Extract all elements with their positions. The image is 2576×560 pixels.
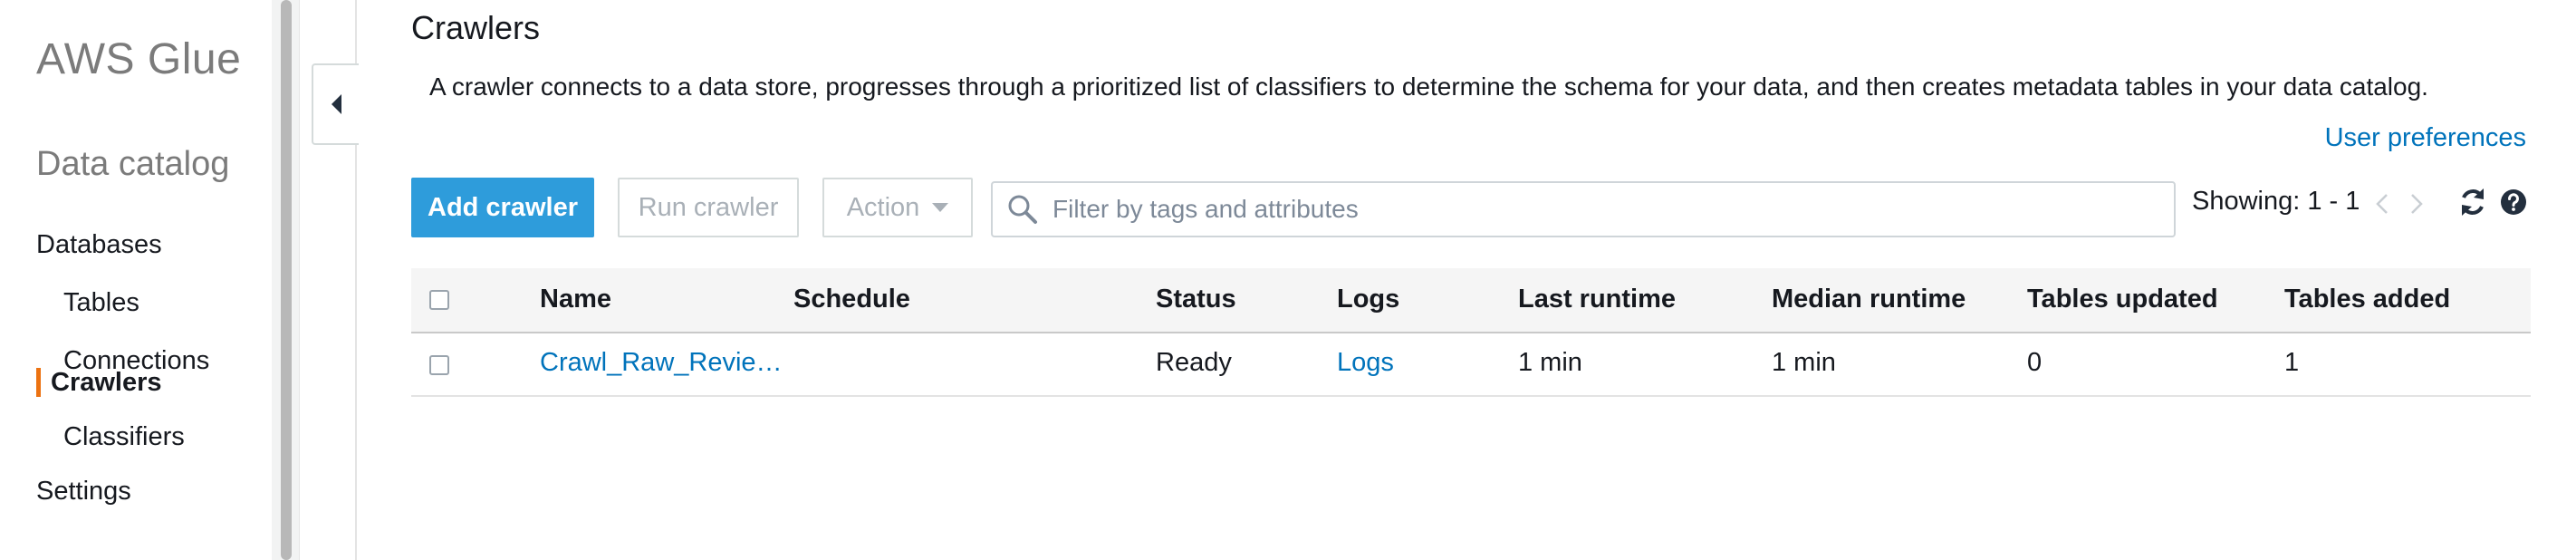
crawler-name-link[interactable]: Crawl_Raw_Revie… — [540, 348, 783, 378]
row-select-checkbox[interactable] — [429, 355, 449, 375]
column-header-status[interactable]: Status — [1156, 285, 1236, 314]
run-crawler-button[interactable]: Run crawler — [618, 178, 799, 237]
sidebar-item-classifiers[interactable]: Classifiers — [63, 422, 185, 452]
filter-search-box[interactable] — [991, 181, 2176, 237]
select-all-checkbox[interactable] — [429, 290, 449, 310]
pagination-summary: Showing: 1 - 1 — [2192, 187, 2360, 216]
column-header-logs[interactable]: Logs — [1337, 285, 1399, 314]
sidebar-item-crawlers[interactable]: Crawlers — [51, 368, 162, 398]
cell-last-runtime: 1 min — [1518, 348, 1582, 377]
cell-tables-added: 1 — [2284, 348, 2300, 377]
active-indicator — [36, 368, 41, 397]
chevron-left-icon[interactable] — [2373, 192, 2391, 216]
column-header-median-runtime[interactable]: Median runtime — [1772, 285, 1966, 314]
action-dropdown-label: Action — [846, 192, 920, 222]
cell-status: Ready — [1156, 348, 1232, 377]
help-icon[interactable] — [2500, 188, 2527, 216]
brand-title[interactable]: AWS Glue — [36, 34, 241, 84]
caret-down-icon — [932, 203, 949, 212]
page-title: Crawlers — [411, 9, 541, 46]
cell-median-runtime: 1 min — [1772, 348, 1836, 377]
user-preferences-link[interactable]: User preferences — [2325, 123, 2526, 153]
cell-tables-updated: 0 — [2027, 348, 2043, 377]
sidebar-item-tables[interactable]: Tables — [63, 288, 139, 318]
column-header-tables-updated[interactable]: Tables updated — [2027, 285, 2218, 314]
sidebar-section-title: Data catalog — [36, 145, 230, 183]
sidebar-scrollbar-thumb[interactable] — [281, 0, 292, 560]
column-header-schedule[interactable]: Schedule — [793, 285, 910, 314]
refresh-icon[interactable] — [2458, 187, 2487, 217]
caret-left-icon — [332, 94, 341, 114]
column-header-last-runtime[interactable]: Last runtime — [1518, 285, 1676, 314]
sidebar: AWS Glue Data catalog Databases Tables C… — [0, 0, 272, 560]
page-description: A crawler connects to a data store, prog… — [429, 72, 2428, 101]
sidebar-item-settings[interactable]: Settings — [36, 477, 131, 507]
search-icon — [1008, 195, 1037, 224]
filter-search-input[interactable] — [1051, 194, 2141, 225]
column-header-tables-added[interactable]: Tables added — [2284, 285, 2450, 314]
column-header-name[interactable]: Name — [540, 285, 611, 314]
table-header: Name Schedule Status Logs Last runtime M… — [411, 268, 2531, 333]
add-crawler-button[interactable]: Add crawler — [411, 178, 594, 237]
sidebar-item-databases[interactable]: Databases — [36, 230, 162, 260]
collapse-sidebar-button[interactable] — [312, 63, 359, 145]
table-row[interactable]: Crawl_Raw_Revie… Ready Logs 1 min 1 min … — [411, 333, 2531, 397]
action-dropdown[interactable]: Action — [822, 178, 973, 237]
chevron-right-icon[interactable] — [2408, 192, 2426, 216]
logs-link[interactable]: Logs — [1337, 348, 1394, 378]
